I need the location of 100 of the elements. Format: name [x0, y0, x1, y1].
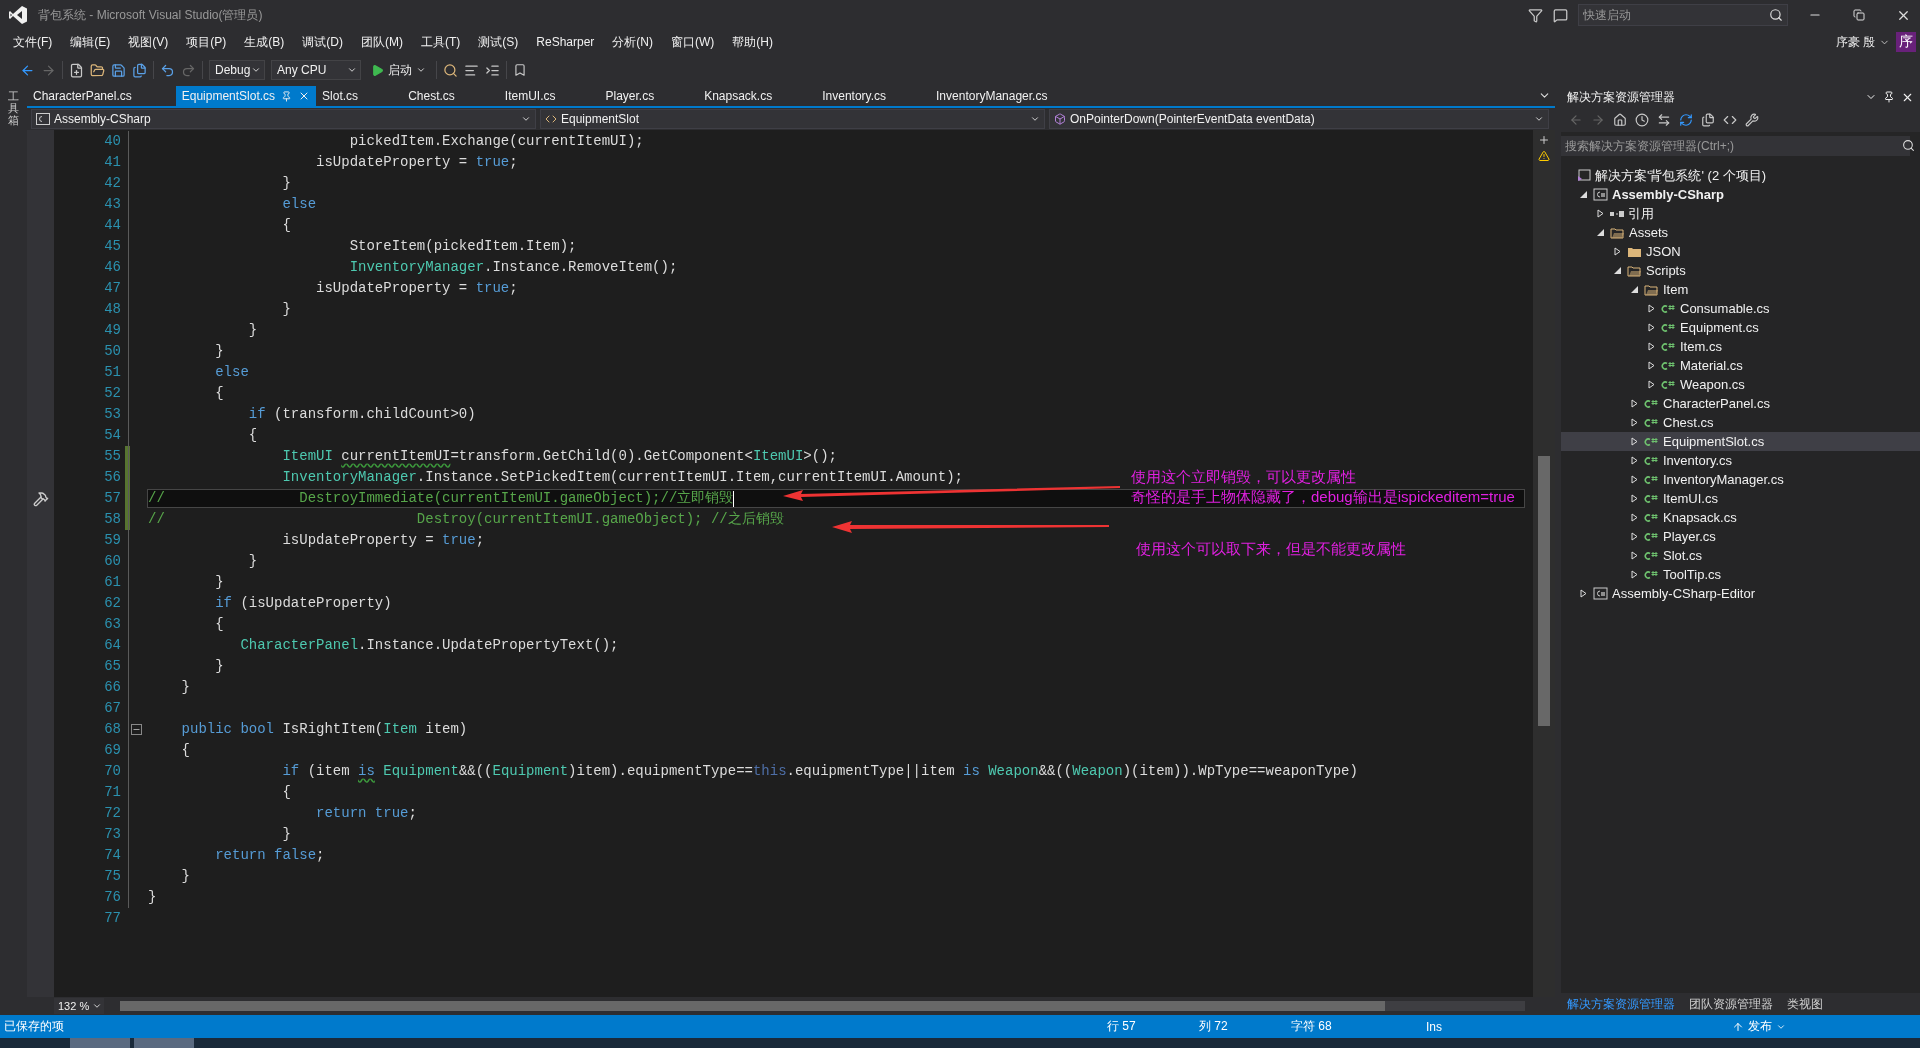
panel-tab[interactable]: 类视图 — [1785, 995, 1825, 1013]
file-tab[interactable]: Slot.cs — [316, 86, 403, 106]
save-icon[interactable] — [111, 62, 126, 78]
expanded-icon[interactable] — [1595, 228, 1605, 237]
collapsed-icon[interactable] — [1578, 589, 1588, 598]
file-tab[interactable]: Chest.cs — [402, 86, 499, 106]
tree-item[interactable]: Knapsack.cs — [1561, 508, 1920, 527]
redo-icon[interactable] — [181, 62, 196, 78]
file-tab[interactable]: ItemUI.cs — [498, 86, 600, 106]
collapsed-icon[interactable] — [1629, 456, 1639, 465]
tree-item[interactable]: Chest.cs — [1561, 413, 1920, 432]
expanded-icon[interactable] — [1578, 190, 1588, 199]
save-all-icon[interactable] — [132, 62, 147, 78]
new-file-icon[interactable] — [69, 62, 84, 78]
search-icon[interactable] — [1769, 8, 1783, 22]
indent-icon[interactable] — [485, 62, 500, 78]
tree-item[interactable]: Item.cs — [1561, 337, 1920, 356]
align-icon[interactable] — [464, 62, 479, 78]
start-button[interactable]: 启动 — [367, 61, 430, 79]
menu-item[interactable]: 窗口(W) — [662, 31, 724, 53]
tree-item[interactable]: Equipment.cs — [1561, 318, 1920, 337]
tree-item[interactable]: JSON — [1561, 242, 1920, 261]
file-tab[interactable]: Player.cs — [599, 86, 699, 106]
file-tab[interactable]: InventoryManager.cs — [930, 86, 1092, 106]
tree-item[interactable]: Weapon.cs — [1561, 375, 1920, 394]
split-icon[interactable] — [1538, 134, 1550, 146]
platform-dropdown[interactable]: Any CPU — [271, 60, 361, 80]
member-dropdown[interactable]: OnPointerDown(PointerEventData eventData) — [1049, 109, 1549, 129]
search-field[interactable]: 搜索解决方案资源管理器(Ctrl+;) — [1561, 136, 1910, 156]
menu-item[interactable]: 分析(N) — [603, 31, 663, 53]
tree-item[interactable]: 引用 — [1561, 204, 1920, 223]
menu-item[interactable]: 工具(T) — [412, 31, 470, 53]
tree-item[interactable]: Assembly-CSharp — [1561, 185, 1920, 204]
refresh-icon[interactable] — [1679, 113, 1693, 127]
tree-item[interactable]: Assets — [1561, 223, 1920, 242]
collapsed-icon[interactable] — [1629, 437, 1639, 446]
code-icon[interactable] — [1723, 113, 1737, 127]
tree-item[interactable]: Inventory.cs — [1561, 451, 1920, 470]
tree-item[interactable]: ItemUI.cs — [1561, 489, 1920, 508]
file-tab[interactable]: Knapsack.cs — [698, 86, 817, 106]
tree-item[interactable]: Consumable.cs — [1561, 299, 1920, 318]
zoom-dropdown[interactable]: 132 % — [54, 998, 104, 1014]
menu-item[interactable]: 生成(B) — [235, 31, 294, 53]
collapse-icon[interactable] — [131, 724, 142, 735]
menu-item[interactable]: ReSharper — [527, 33, 604, 51]
menu-item[interactable]: 帮助(H) — [723, 31, 783, 53]
hammer-icon[interactable] — [32, 490, 49, 507]
menu-item[interactable]: 项目(P) — [177, 31, 236, 53]
collapse-all-icon[interactable] — [1701, 113, 1715, 127]
panel-tab[interactable]: 解决方案资源管理器 — [1565, 995, 1677, 1013]
sync-icon[interactable] — [1657, 113, 1671, 127]
feedback-icon[interactable] — [1553, 7, 1568, 23]
tree-item[interactable]: InventoryManager.cs — [1561, 470, 1920, 489]
avatar[interactable]: 序 — [1896, 32, 1916, 52]
publish-button[interactable]: 发布 — [1726, 1017, 1792, 1036]
tree-item[interactable]: Assembly-CSharp-Editor — [1561, 584, 1920, 603]
collapsed-icon[interactable] — [1629, 399, 1639, 408]
horizontal-scrollbar[interactable] — [120, 1001, 1525, 1011]
file-tab[interactable]: CharacterPanel.cs — [27, 86, 176, 106]
collapsed-icon[interactable] — [1595, 209, 1605, 218]
collapsed-icon[interactable] — [1629, 513, 1639, 522]
filter-icon[interactable] — [1528, 7, 1543, 23]
home-icon[interactable] — [1613, 113, 1627, 127]
user-name[interactable]: 序豪 殷 — [1835, 33, 1875, 51]
collapsed-icon[interactable] — [1646, 304, 1656, 313]
wrench-icon[interactable] — [1745, 113, 1759, 127]
scrollbar-thumb[interactable] — [1538, 456, 1550, 726]
quick-launch-field[interactable]: 快速启动 — [1578, 4, 1788, 26]
collapsed-icon[interactable] — [1629, 570, 1639, 579]
forward-icon[interactable] — [41, 62, 56, 78]
collapsed-icon[interactable] — [1646, 323, 1656, 332]
file-tab[interactable]: Inventory.cs — [816, 86, 931, 106]
project-dropdown[interactable]: Assembly-CSharp — [31, 109, 536, 129]
tree-item[interactable]: 解决方案'背包系统' (2 个项目) — [1561, 166, 1920, 185]
collapsed-icon[interactable] — [1629, 532, 1639, 541]
collapsed-icon[interactable] — [1646, 342, 1656, 351]
panel-tab[interactable]: 团队资源管理器 — [1687, 995, 1775, 1013]
configuration-dropdown[interactable]: Debug — [209, 60, 265, 80]
collapsed-icon[interactable] — [1629, 494, 1639, 503]
menu-item[interactable]: 视图(V) — [119, 31, 178, 53]
toolbox-tab[interactable]: 工具箱 — [8, 90, 19, 1015]
collapsed-icon[interactable] — [1646, 380, 1656, 389]
menu-item[interactable]: 调试(D) — [293, 31, 352, 53]
menu-item[interactable]: 测试(S) — [469, 31, 528, 53]
history-icon[interactable] — [1635, 113, 1649, 127]
collapsed-icon[interactable] — [1629, 418, 1639, 427]
collapsed-icon[interactable] — [1646, 361, 1656, 370]
open-folder-icon[interactable] — [90, 62, 105, 78]
menu-item[interactable]: 团队(M) — [352, 31, 412, 53]
collapsed-icon[interactable] — [1629, 551, 1639, 560]
tree-item[interactable]: Material.cs — [1561, 356, 1920, 375]
tree-item[interactable]: EquipmentSlot.cs — [1561, 432, 1920, 451]
tree-item[interactable]: CharacterPanel.cs — [1561, 394, 1920, 413]
expanded-icon[interactable] — [1629, 285, 1639, 294]
collapsed-icon[interactable] — [1612, 247, 1622, 256]
search-icon[interactable] — [1902, 139, 1915, 152]
tree-item[interactable]: ToolTip.cs — [1561, 565, 1920, 584]
tree-item[interactable]: Item — [1561, 280, 1920, 299]
bookmark-icon[interactable] — [513, 63, 527, 77]
menu-item[interactable]: 编辑(E) — [61, 31, 120, 53]
